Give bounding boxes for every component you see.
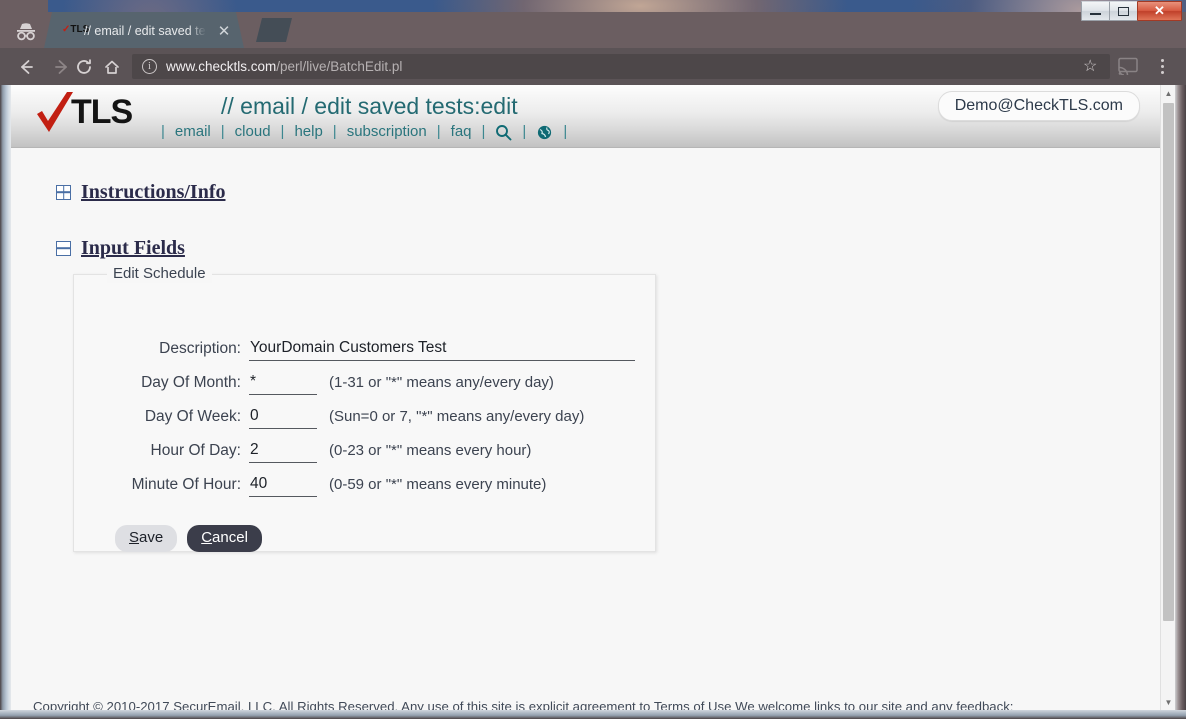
browser-menu-icon[interactable] [1153, 55, 1171, 77]
cancel-button[interactable]: Cancel [187, 525, 262, 552]
sidebar-item-help[interactable]: help [294, 121, 322, 143]
day-of-month-label: Day Of Month: [141, 374, 241, 391]
back-button[interactable] [14, 55, 38, 79]
reload-button[interactable] [72, 55, 96, 79]
description-label: Description: [159, 340, 241, 357]
window-right-edge [1175, 85, 1186, 719]
footer-line-copyright: Copyright © 2010-2017 SecurEmail, LLC. A… [33, 696, 1143, 710]
forward-button [50, 55, 74, 79]
bookmark-star-icon[interactable]: ☆ [1083, 58, 1100, 75]
incognito-icon[interactable] [12, 20, 40, 44]
expand-box-icon[interactable] [56, 184, 71, 200]
section-input-fields[interactable]: Input Fields [56, 237, 185, 259]
day-of-week-input[interactable] [249, 406, 317, 429]
sidebar-item-email[interactable]: email [175, 121, 211, 143]
day-of-week-label: Day Of Week: [144, 408, 241, 425]
form-row-description: Description: [73, 338, 656, 372]
scrollbar-up-arrow[interactable]: ▲ [1161, 85, 1175, 101]
browser-tabstrip: ✓TLS // email / edit saved tests ✕ ✕ [0, 0, 1186, 48]
page-scrollbar[interactable]: ▲ ▼ [1160, 85, 1175, 710]
window-maximize-button[interactable] [1109, 1, 1138, 21]
footer-copyright-text: Copyright © 2010-2017 SecurEmail, LLC. A… [33, 699, 654, 710]
window-left-edge [0, 85, 11, 719]
hour-of-day-input[interactable] [249, 440, 317, 463]
maximize-icon [1118, 6, 1129, 16]
section-instructions-label[interactable]: Instructions/Info [81, 181, 225, 203]
tab-title[interactable]: // email / edit saved tests [84, 23, 206, 39]
site-header: TLS // email / edit saved tests:edit | e… [11, 85, 1160, 148]
form-actions: Save Cancel [115, 525, 262, 552]
search-icon[interactable] [495, 124, 512, 141]
window-bottom-edge [0, 710, 1186, 719]
nav-separator: | [220, 123, 225, 140]
address-bar[interactable]: i www.checktls.com/perl/live/BatchEdit.p… [132, 54, 1110, 79]
nav-separator: | [161, 123, 165, 140]
page-viewport: TLS // email / edit saved tests:edit | e… [11, 85, 1175, 710]
hour-of-day-label: Hour Of Day: [150, 442, 241, 459]
save-button[interactable]: Save [115, 525, 178, 552]
menu-dot [1160, 58, 1164, 62]
window-minimize-button[interactable] [1081, 1, 1110, 21]
day-of-month-hint: (1-31 or "*" means any/every day) [329, 374, 554, 391]
tab-favicon-icon: ✓TLS [62, 23, 89, 37]
footer-feedback-text: We welcome links to our site and any fee… [731, 699, 1014, 710]
nav-separator: | [563, 123, 568, 140]
page-body: Instructions/Info Input Fields Edit Sche… [11, 148, 1160, 710]
browser-window: ✓TLS // email / edit saved tests ✕ ✕ i w… [0, 0, 1186, 719]
nav-separator: | [522, 123, 527, 140]
site-info-icon[interactable]: i [142, 59, 157, 74]
section-instructions-info[interactable]: Instructions/Info [56, 181, 225, 203]
cast-icon[interactable] [1118, 57, 1138, 76]
fieldset-legend: Edit Schedule [107, 265, 212, 283]
home-button[interactable] [100, 55, 124, 79]
save-rest: ave [139, 529, 164, 546]
day-of-week-hint: (Sun=0 or 7, "*" means any/every day) [329, 408, 585, 425]
menu-dot [1160, 70, 1164, 74]
description-input[interactable] [249, 338, 635, 361]
minimize-icon [1090, 13, 1101, 15]
cancel-rest: ancel [212, 529, 248, 546]
nav-separator: | [332, 123, 337, 140]
minute-of-hour-input[interactable] [249, 474, 317, 497]
address-bar-url: www.checktls.com/perl/live/BatchEdit.pl [166, 57, 402, 76]
terms-of-use-link[interactable]: Terms of Use [654, 699, 732, 710]
new-tab-button[interactable] [256, 18, 292, 42]
minute-of-hour-hint: (0-59 or "*" means every minute) [329, 476, 547, 493]
section-input-fields-label[interactable]: Input Fields [81, 237, 185, 259]
globe-icon[interactable] [536, 124, 553, 141]
scrollbar-down-arrow[interactable]: ▼ [1161, 694, 1175, 710]
tab-close-icon[interactable]: ✕ [216, 24, 232, 40]
schedule-form: Description: Day Of Month: (1-31 or "*" … [73, 338, 656, 508]
site-nav: | email | cloud | help | subscription | … [151, 121, 577, 143]
day-of-month-input[interactable] [249, 372, 317, 395]
collapse-box-icon[interactable] [56, 240, 71, 256]
minute-of-hour-label: Minute Of Hour: [131, 476, 241, 493]
window-controls: ✕ [1081, 1, 1182, 22]
checktls-logo[interactable]: TLS [33, 88, 153, 138]
form-row-hour-of-day: Hour Of Day: (0-23 or "*" means every ho… [73, 440, 656, 474]
page-title: // email / edit saved tests:edit [221, 93, 518, 119]
sidebar-item-faq[interactable]: faq [451, 121, 472, 143]
form-row-day-of-week: Day Of Week: (Sun=0 or 7, "*" means any/… [73, 406, 656, 440]
menu-dot [1160, 64, 1164, 68]
nav-separator: | [481, 123, 486, 140]
sidebar-item-subscription[interactable]: subscription [347, 121, 427, 143]
url-path: /perl/live/BatchEdit.pl [276, 59, 403, 74]
user-account-badge[interactable]: Demo@CheckTLS.com [937, 91, 1140, 121]
logo-text: TLS [71, 93, 133, 131]
nav-separator: | [436, 123, 441, 140]
sidebar-item-cloud[interactable]: cloud [235, 121, 271, 143]
site-footer: Copyright © 2010-2017 SecurEmail, LLC. A… [33, 696, 1143, 710]
nav-separator: | [280, 123, 285, 140]
scrollbar-thumb[interactable] [1163, 103, 1174, 621]
cancel-accel: C [201, 529, 213, 546]
form-row-day-of-month: Day Of Month: (1-31 or "*" means any/eve… [73, 372, 656, 406]
form-row-minute-of-hour: Minute Of Hour: (0-59 or "*" means every… [73, 474, 656, 508]
save-accel: S [129, 529, 140, 546]
window-close-button[interactable]: ✕ [1137, 1, 1182, 21]
hour-of-day-hint: (0-23 or "*" means every hour) [329, 442, 532, 459]
url-host: www.checktls.com [166, 59, 277, 74]
